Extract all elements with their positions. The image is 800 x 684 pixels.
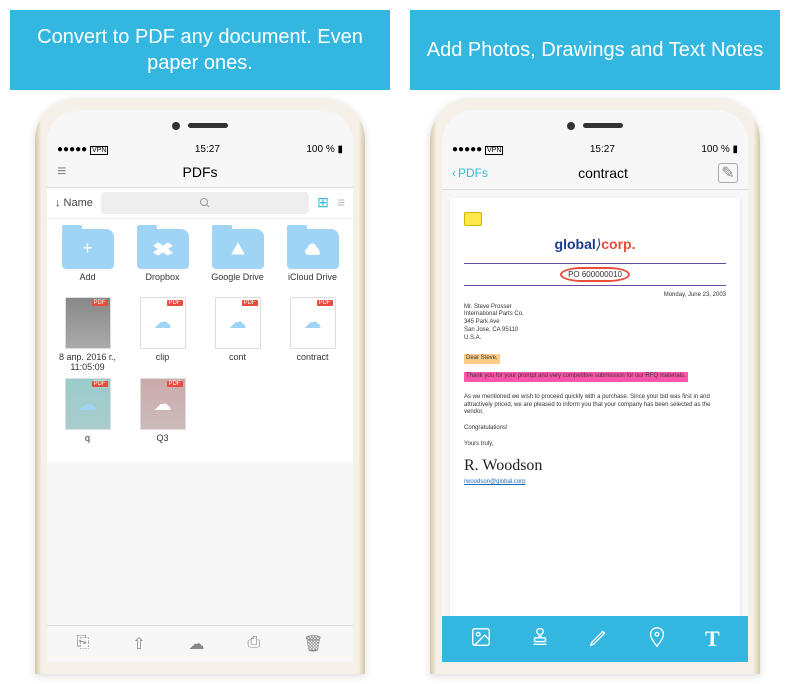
annotation-toolbar: T [442,616,748,662]
promo-header-left: Convert to PDF any document. Even paper … [10,10,390,90]
file-item[interactable]: PDF☁q [53,378,122,452]
header-text: Add Photos, Drawings and Text Notes [427,37,763,63]
cloud-sync-icon[interactable]: ☁ [189,634,205,654]
folder-add[interactable]: +Add [53,229,122,291]
page-title: contract [488,165,718,181]
dropbox-icon [153,242,173,256]
cloud-icon [303,242,323,256]
file-item[interactable]: PDF☁Q3 [128,378,197,452]
doc-date: Monday, June 23, 2003 [464,292,726,298]
body-paragraph: As we mentioned we wish to proceed quick… [464,394,726,417]
nav-bar: ≡ PDFs [47,157,353,188]
copy-icon[interactable]: ⎘ [76,634,89,654]
company-logo: global⟩corp. [464,236,726,253]
search-icon [199,197,211,209]
sticky-note-icon[interactable] [464,212,482,226]
pencil-tool-icon[interactable] [588,626,610,652]
file-item[interactable]: PDF☁cont [203,297,272,373]
grid-view-icon[interactable]: ⊞ [317,194,329,211]
body-text: Yours truly, [464,441,726,449]
phone-frame: ●●●●● VPN 15:27 100 % ▮ ‹ PDFs contract … [430,98,760,674]
header-text: Convert to PDF any document. Even paper … [20,24,380,76]
sort-button[interactable]: ↓ Name [55,197,93,209]
trash-icon[interactable]: 🗑 [303,634,323,654]
nav-bar: ‹ PDFs contract ✎ [442,157,748,190]
status-time: 15:27 [195,144,220,155]
address-line: Mr. Steve Prosser [464,304,726,312]
phone-frame: ●●●●● VPN 15:27 100 % ▮ ≡ PDFs ↓ Name ⊞ [35,98,365,674]
status-bar: ●●●●● VPN 15:27 100 % ▮ [442,142,748,157]
search-input[interactable] [101,192,309,214]
address-line: 345 Park Ave [464,319,726,327]
promo-header-right: Add Photos, Drawings and Text Notes [410,10,780,90]
status-bar: ●●●●● VPN 15:27 100 % ▮ [47,142,353,157]
page-title: PDFs [79,164,321,180]
address-line: International Parts Co. [464,311,726,319]
menu-icon[interactable]: ≡ [57,163,79,181]
folder-icloud[interactable]: iCloud Drive [278,229,347,291]
file-item[interactable]: PDF☁clip [128,297,197,373]
bottom-toolbar: ⎘ ⇧ ☁ ⎙ 🗑 [47,625,353,662]
folder-gdrive[interactable]: Google Drive [203,229,272,291]
folder-dropbox[interactable]: Dropbox [128,229,197,291]
file-item[interactable]: PDF8 апр. 2016 г., 11:05:09 [53,297,122,373]
address-line: U.S.A. [464,335,726,343]
po-number: PO 600000010 [464,263,726,286]
stamp-tool-icon[interactable] [529,626,551,652]
signature: R. Woodson [464,456,726,477]
address-line: San Jose, CA 95110 [464,327,726,335]
status-time: 15:27 [590,144,615,155]
list-view-icon[interactable]: ≡ [337,194,345,211]
edit-button[interactable]: ✎ [718,163,738,183]
share-icon[interactable]: ⇧ [132,634,145,654]
text-tool-icon[interactable]: T [705,626,720,652]
print-icon[interactable]: ⎙ [247,634,260,654]
document-view[interactable]: global⟩corp. PO 600000010 Monday, June 2… [450,198,740,638]
file-item[interactable]: PDF☁contract [278,297,347,373]
gdrive-icon [229,241,247,257]
photo-tool-icon[interactable] [470,626,492,652]
body-text: Congratulations! [464,425,726,433]
email-link: rwoodson@global.corp [464,479,726,487]
highlighted-text: Dear Steve, [464,354,500,364]
highlighted-text: Thank you for your prompt and very compe… [464,372,688,382]
pin-tool-icon[interactable] [646,626,668,652]
back-button[interactable]: ‹ PDFs [452,166,488,180]
